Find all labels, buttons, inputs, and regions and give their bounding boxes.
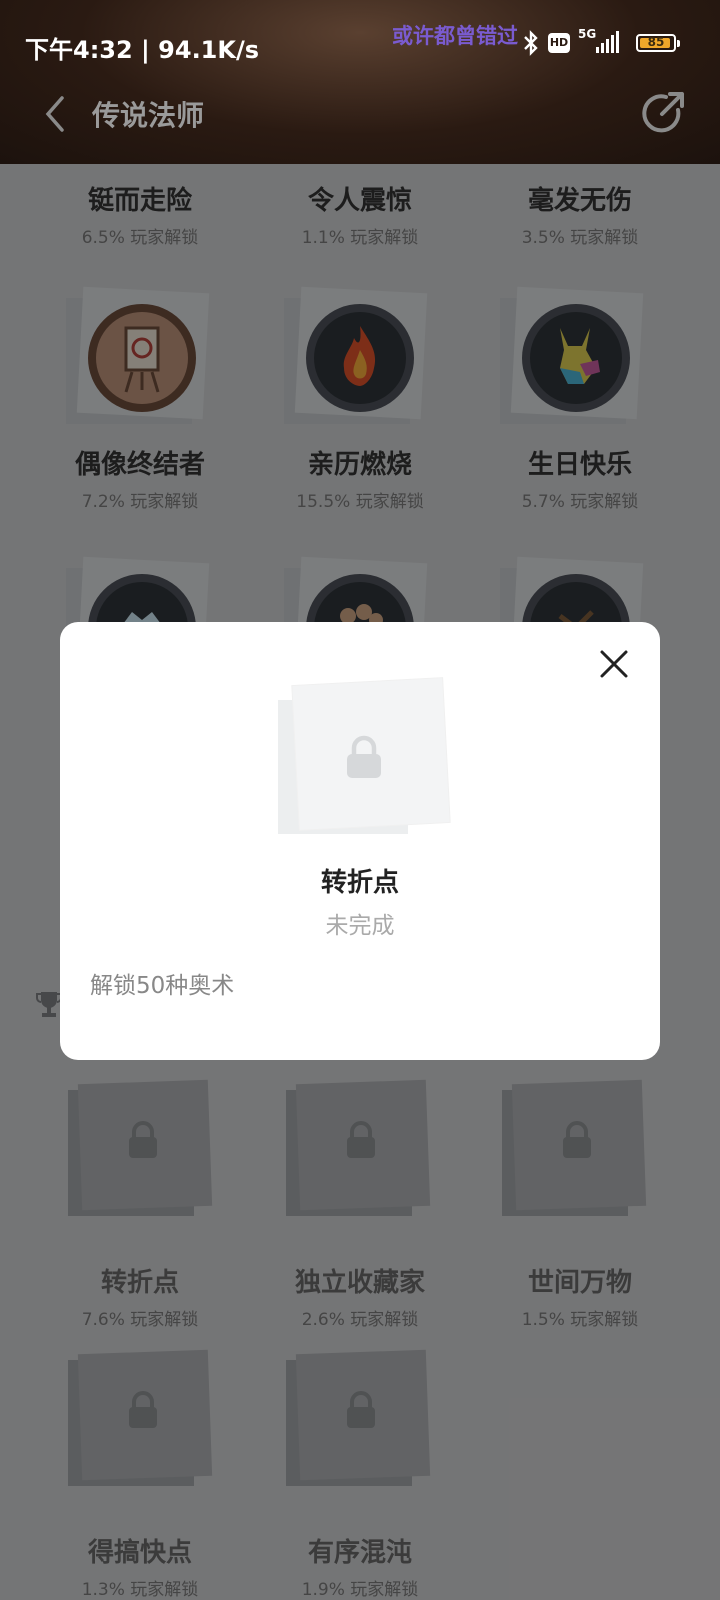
battery-icon: 85 (636, 34, 680, 52)
achievement-description: 解锁50种奥术 (90, 973, 235, 999)
system-icons: HD 5G 85 (522, 27, 680, 56)
signal-icon: 5G (578, 27, 628, 55)
status-time: 下午4:32 | 94.1K/s (25, 36, 260, 64)
achievement-status: 未完成 (325, 913, 395, 939)
share-icon[interactable] (638, 88, 688, 138)
page-title: 传说法师 (92, 99, 205, 132)
close-icon[interactable] (594, 644, 634, 684)
header: 下午4:32 | 94.1K/s 或许都曾错过 HD 5G 85 传说法师 (0, 0, 720, 164)
lock-icon (347, 735, 381, 778)
network-type: 5G (578, 27, 597, 41)
achievement-badge-locked (278, 678, 450, 842)
status-bar: 下午4:32 | 94.1K/s 或许都曾错过 HD 5G 85 (0, 0, 720, 90)
achievement-title: 转折点 (320, 868, 399, 898)
battery-level: 85 (647, 35, 665, 49)
achievement-detail-modal: 转折点 未完成 解锁50种奥术 (60, 622, 660, 1060)
hd-badge: HD (548, 33, 570, 53)
back-button[interactable] (40, 94, 70, 134)
bluetooth-icon (524, 30, 538, 56)
status-lyric: 或许都曾错过 (392, 24, 518, 48)
nav-bar: 传说法师 (0, 80, 720, 146)
